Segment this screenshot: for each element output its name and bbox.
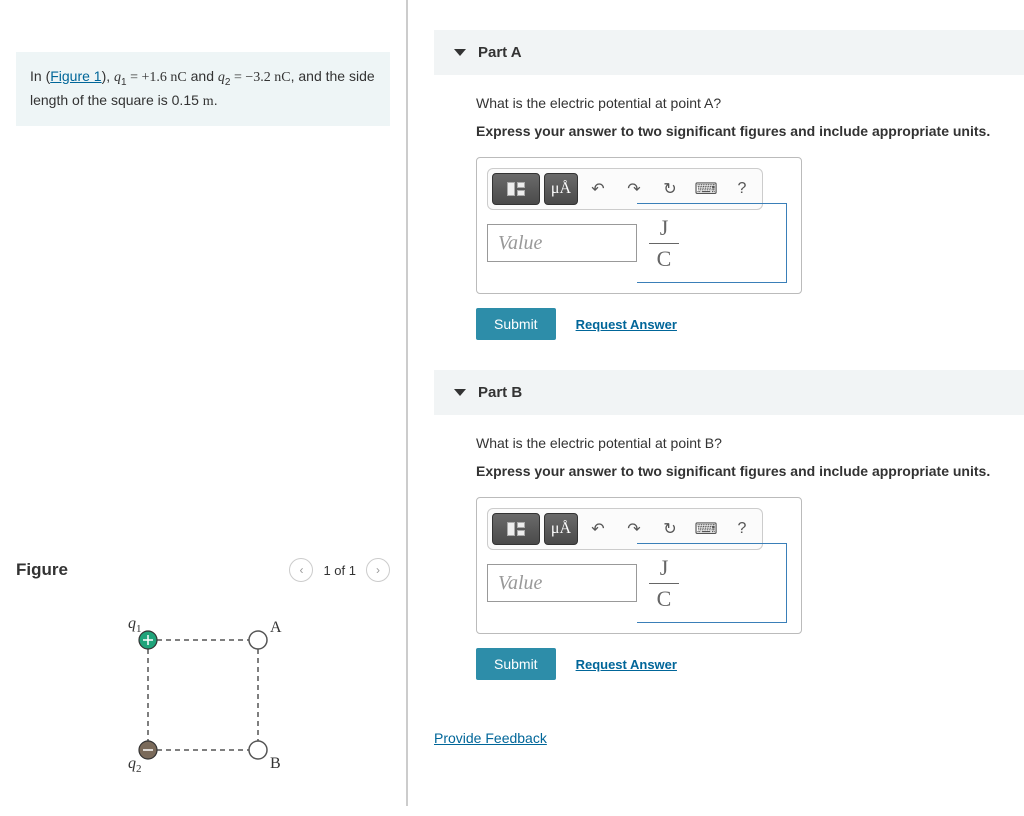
part-a-submit-button[interactable]: Submit <box>476 308 556 340</box>
unit-bot: C <box>657 246 672 272</box>
part-a-unit-box[interactable]: J C <box>637 203 787 283</box>
problem-statement: In (Figure 1), q1 = +1.6 nC and q2 = −3.… <box>16 52 390 126</box>
caret-down-icon <box>454 49 466 56</box>
part-b-unit-box[interactable]: J C <box>637 543 787 623</box>
figure-link[interactable]: Figure 1 <box>50 68 101 84</box>
part-a-header[interactable]: Part A <box>434 30 1024 75</box>
part-b-instruction: Express your answer to two significant f… <box>476 463 1004 479</box>
undo-button[interactable]: ↶ <box>582 174 614 204</box>
reset-button[interactable]: ↻ <box>654 514 686 544</box>
fraction-line <box>649 583 679 584</box>
eq: = <box>127 70 142 85</box>
eq2: = <box>230 70 245 85</box>
part-a-answer-box: μÅ ↶ ↷ ↻ ⌨ ? Value J C <box>476 157 802 294</box>
part-a-value-input[interactable]: Value <box>487 224 637 262</box>
templates-icon <box>507 522 525 536</box>
redo-button[interactable]: ↷ <box>618 174 650 204</box>
var-q2: q <box>218 70 225 85</box>
help-button[interactable]: ? <box>726 514 758 544</box>
templates-button[interactable] <box>492 173 540 205</box>
keyboard-button[interactable]: ⌨ <box>690 514 722 544</box>
figure-section: Figure ‹ 1 of 1 › q 1 <box>16 558 390 790</box>
prev-figure-button[interactable]: ‹ <box>289 558 313 582</box>
svg-text:A: A <box>270 619 282 636</box>
period: . <box>214 92 218 108</box>
undo-button[interactable]: ↶ <box>582 514 614 544</box>
part-b-title: Part B <box>478 384 522 401</box>
reset-button[interactable]: ↻ <box>654 174 686 204</box>
figure-image: q 1 A q 2 B <box>16 600 390 790</box>
part-b-header[interactable]: Part B <box>434 370 1024 415</box>
part-b: Part B What is the electric potential at… <box>434 370 1024 710</box>
figure-count: 1 of 1 <box>323 563 356 578</box>
next-figure-button[interactable]: › <box>366 558 390 582</box>
units-button[interactable]: μÅ <box>544 173 578 205</box>
part-b-request-answer[interactable]: Request Answer <box>576 657 677 672</box>
svg-text:q: q <box>128 755 136 772</box>
part-b-question: What is the electric potential at point … <box>476 435 1004 451</box>
unit-top: J <box>660 555 669 581</box>
right-panel: Part A What is the electric potential at… <box>434 0 1024 816</box>
provide-feedback-link[interactable]: Provide Feedback <box>434 710 547 746</box>
left-panel: In (Figure 1), q1 = +1.6 nC and q2 = −3.… <box>0 0 408 806</box>
square-diagram: q 1 A q 2 B <box>103 610 303 780</box>
fraction-line <box>649 243 679 244</box>
templates-icon <box>507 182 525 196</box>
part-b-submit-button[interactable]: Submit <box>476 648 556 680</box>
text: ), <box>102 68 114 84</box>
part-a-body: What is the electric potential at point … <box>434 95 1024 370</box>
part-b-value-input[interactable]: Value <box>487 564 637 602</box>
var-q1: q <box>114 70 121 85</box>
svg-text:2: 2 <box>136 763 142 775</box>
figure-nav: ‹ 1 of 1 › <box>289 558 390 582</box>
part-a: Part A What is the electric potential at… <box>434 30 1024 370</box>
unit-m: m <box>203 94 214 109</box>
keyboard-button[interactable]: ⌨ <box>690 174 722 204</box>
unit-fraction: J C <box>649 555 679 612</box>
caret-down-icon <box>454 389 466 396</box>
part-a-title: Part A <box>478 44 522 61</box>
help-button[interactable]: ? <box>726 174 758 204</box>
svg-text:B: B <box>270 755 281 772</box>
q2-value: −3.2 nC <box>245 70 290 85</box>
q1-value: +1.6 nC <box>142 70 187 85</box>
redo-button[interactable]: ↷ <box>618 514 650 544</box>
unit-top: J <box>660 215 669 241</box>
part-a-question: What is the electric potential at point … <box>476 95 1004 111</box>
figure-title: Figure <box>16 560 68 580</box>
part-b-actions: Submit Request Answer <box>476 648 1004 680</box>
unit-fraction: J C <box>649 215 679 272</box>
part-b-input-row: Value J C <box>487 564 791 623</box>
part-a-instruction: Express your answer to two significant f… <box>476 123 1004 139</box>
figure-header: Figure ‹ 1 of 1 › <box>16 558 390 582</box>
svg-text:1: 1 <box>136 623 142 635</box>
templates-button[interactable] <box>492 513 540 545</box>
part-b-body: What is the electric potential at point … <box>434 435 1024 710</box>
part-b-answer-box: μÅ ↶ ↷ ↻ ⌨ ? Value J C <box>476 497 802 634</box>
part-a-actions: Submit Request Answer <box>476 308 1004 340</box>
part-a-request-answer[interactable]: Request Answer <box>576 317 677 332</box>
svg-text:q: q <box>128 615 136 632</box>
text: and <box>187 68 218 84</box>
units-button[interactable]: μÅ <box>544 513 578 545</box>
text: In ( <box>30 68 50 84</box>
part-a-input-row: Value J C <box>487 224 791 283</box>
unit-bot: C <box>657 586 672 612</box>
